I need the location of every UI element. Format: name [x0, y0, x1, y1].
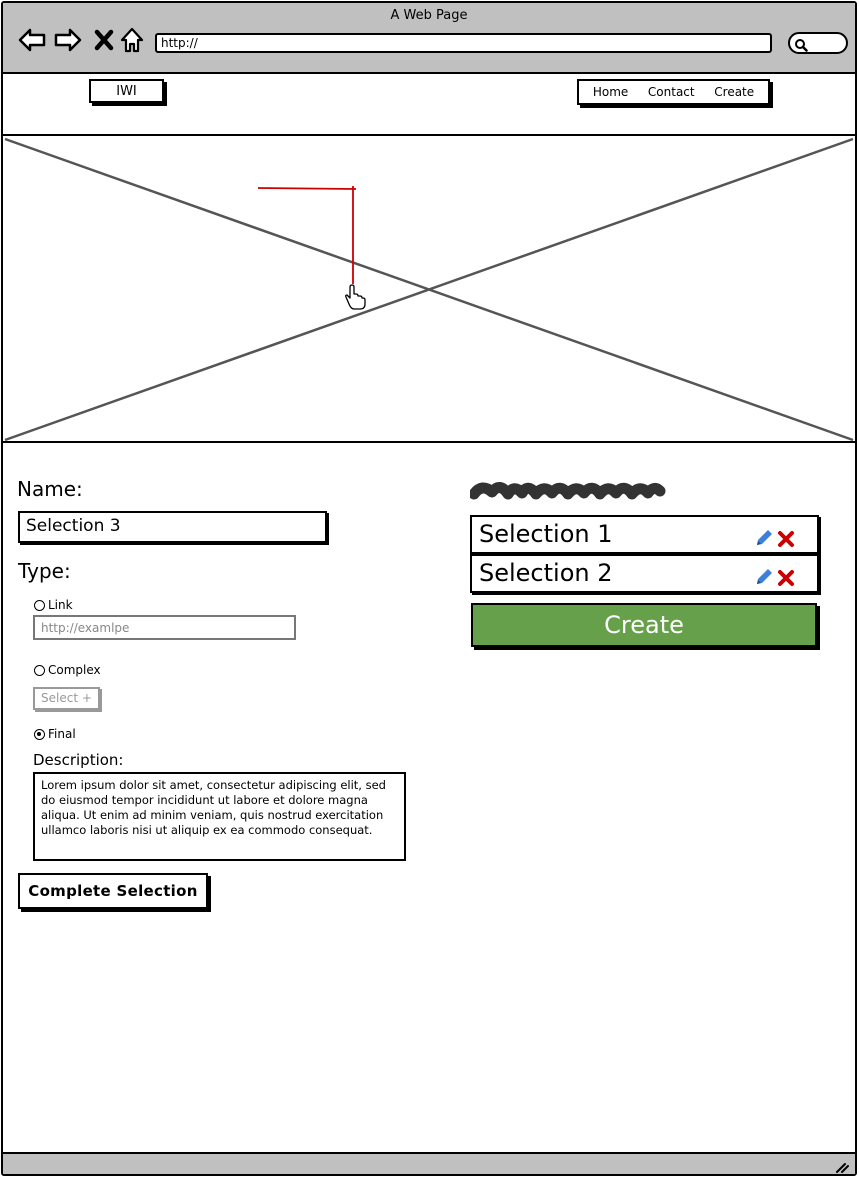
radio-final[interactable]: Final: [34, 727, 76, 741]
type-label: Type:: [18, 559, 71, 583]
delete-x-icon[interactable]: [777, 526, 795, 554]
radio-link-label: Link: [48, 598, 73, 612]
complete-selection-button[interactable]: Complete Selection: [18, 873, 208, 909]
site-header: IWI Home Contact Create: [3, 74, 855, 136]
name-input[interactable]: Selection 3: [18, 511, 327, 543]
search-icon: [794, 37, 808, 56]
scribbled-heading: [468, 475, 666, 509]
resize-grip-icon[interactable]: [835, 1158, 849, 1177]
selection-item-label: Selection 2: [479, 559, 613, 587]
radio-button[interactable]: [34, 728, 45, 740]
arrow-left-icon[interactable]: [17, 25, 47, 55]
radio-button[interactable]: [34, 664, 45, 676]
radio-final-label: Final: [48, 727, 76, 741]
browser-toolbar: A Web Page http://: [3, 3, 855, 74]
link-url-input[interactable]: http://examlpe: [33, 615, 296, 640]
nav-contact-link[interactable]: Contact: [648, 85, 695, 99]
pencil-icon[interactable]: [754, 526, 774, 554]
close-icon[interactable]: [89, 25, 119, 55]
nav-home-link[interactable]: Home: [593, 85, 628, 99]
selection-item[interactable]: Selection 1: [470, 515, 819, 554]
site-logo[interactable]: IWI: [89, 79, 164, 103]
description-label: Description:: [33, 751, 124, 769]
select-button[interactable]: Select +: [33, 687, 100, 710]
arrow-right-icon[interactable]: [53, 25, 83, 55]
image-placeholder: [3, 136, 855, 443]
url-input[interactable]: http://: [155, 33, 772, 53]
browser-window: A Web Page http:// IWI Home Contact Crea…: [1, 1, 857, 1176]
pencil-icon[interactable]: [754, 565, 774, 593]
nav-create-link[interactable]: Create: [714, 85, 754, 99]
window-title: A Web Page: [390, 8, 468, 23]
create-button[interactable]: Create: [471, 603, 817, 647]
radio-complex[interactable]: Complex: [34, 663, 101, 677]
delete-x-icon[interactable]: [777, 565, 795, 593]
name-label: Name:: [17, 477, 83, 501]
main-nav: Home Contact Create: [577, 79, 770, 105]
status-bar: [3, 1152, 855, 1174]
radio-link[interactable]: Link: [34, 598, 73, 612]
pointer-hand-icon: [345, 284, 366, 310]
radio-complex-label: Complex: [48, 663, 101, 677]
home-icon[interactable]: [117, 25, 147, 55]
radio-button[interactable]: [34, 599, 45, 611]
search-field[interactable]: [788, 32, 848, 54]
selection-item[interactable]: Selection 2: [470, 554, 819, 593]
selection-item-label: Selection 1: [479, 520, 613, 548]
description-textarea[interactable]: Lorem ipsum dolor sit amet, consectetur …: [33, 772, 406, 861]
